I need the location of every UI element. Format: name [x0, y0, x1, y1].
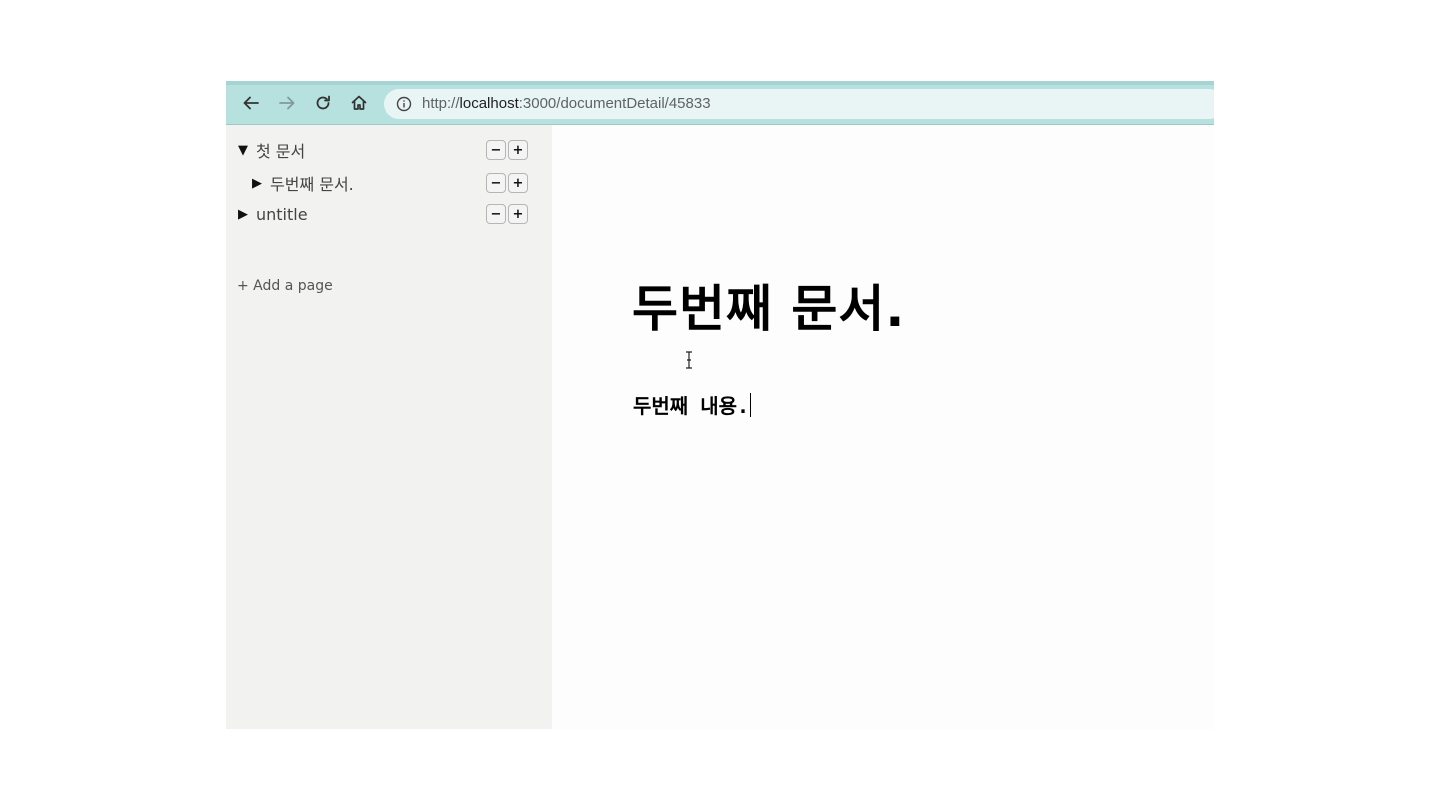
- sidebar-document-item[interactable]: ▶ untitle − +: [238, 201, 540, 227]
- remove-document-button[interactable]: −: [486, 140, 506, 160]
- browser-window: http://localhost:3000/documentDetail/458…: [226, 81, 1214, 729]
- expand-triangle-icon[interactable]: ▶: [252, 176, 268, 191]
- url-scheme: http://: [422, 95, 460, 112]
- expand-triangle-icon[interactable]: ▶: [238, 207, 254, 222]
- text-cursor-icon: [686, 351, 692, 369]
- url-host: localhost: [459, 95, 519, 112]
- document-title-link[interactable]: 첫 문서: [256, 138, 305, 162]
- remove-document-button[interactable]: −: [486, 173, 506, 193]
- browser-toolbar: http://localhost:3000/documentDetail/458…: [226, 81, 1214, 125]
- arrow-left-icon: [243, 96, 259, 110]
- add-subdocument-button[interactable]: +: [508, 140, 528, 160]
- collapse-triangle-icon[interactable]: ▼: [238, 143, 254, 158]
- sidebar-document-item[interactable]: ▶ 두번째 문서. − +: [252, 170, 540, 196]
- home-button[interactable]: [347, 91, 371, 115]
- url-text[interactable]: http://localhost:3000/documentDetail/458…: [422, 95, 711, 112]
- back-button[interactable]: [239, 91, 263, 115]
- reload-button[interactable]: [311, 91, 335, 115]
- text-caret: [750, 393, 752, 417]
- add-subdocument-button[interactable]: +: [508, 204, 528, 224]
- address-bar[interactable]: http://localhost:3000/documentDetail/458…: [384, 89, 1214, 119]
- document-actions: − +: [486, 140, 528, 160]
- document-title-link[interactable]: 두번째 문서.: [270, 171, 354, 195]
- document-actions: − +: [486, 173, 528, 193]
- document-content-text: 두번째 내용.: [633, 394, 750, 418]
- arrow-right-icon: [279, 96, 295, 110]
- sidebar: ▼ 첫 문서 − + ▶ 두번째 문서. − + ▶ untitle − + +…: [226, 125, 552, 729]
- home-icon: [351, 95, 367, 110]
- forward-button[interactable]: [275, 91, 299, 115]
- sidebar-document-item[interactable]: ▼ 첫 문서 − +: [238, 137, 540, 163]
- document-content-editor[interactable]: 두번째 내용.: [633, 390, 752, 419]
- info-icon[interactable]: [396, 96, 412, 112]
- url-path: :3000/documentDetail/45833: [518, 95, 711, 112]
- document-editor[interactable]: 두번째 문서. 두번째 내용.: [552, 125, 1214, 729]
- reload-icon: [316, 95, 330, 110]
- document-actions: − +: [486, 204, 528, 224]
- remove-document-button[interactable]: −: [486, 204, 506, 224]
- add-subdocument-button[interactable]: +: [508, 173, 528, 193]
- add-page-button[interactable]: + Add a page: [237, 278, 333, 294]
- document-title-input[interactable]: 두번째 문서.: [632, 269, 905, 341]
- document-title-link[interactable]: untitle: [256, 205, 308, 224]
- tab-strip: [226, 81, 1214, 85]
